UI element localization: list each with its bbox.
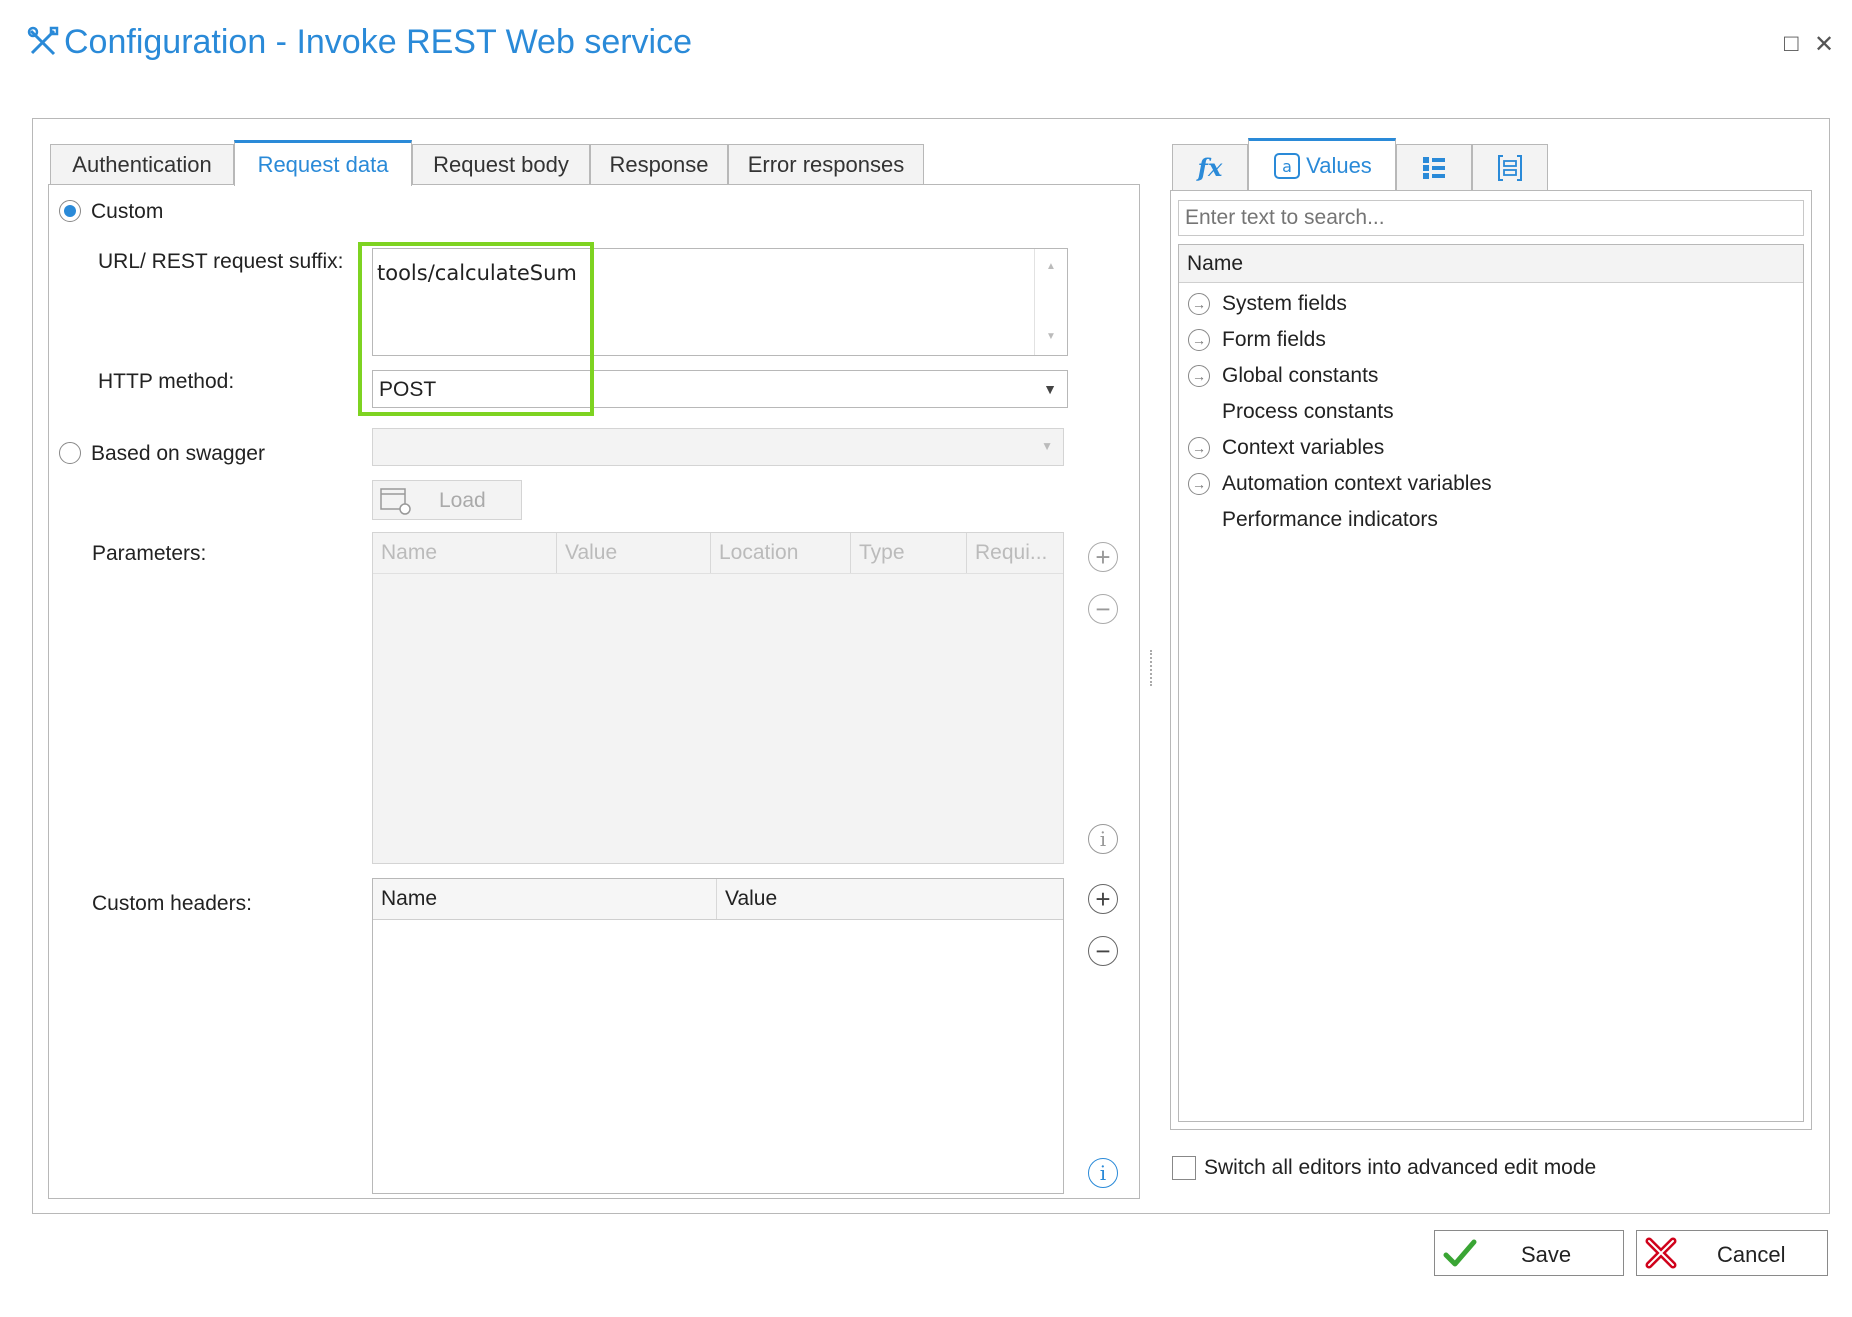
parameters-header: Name Value Location Type Requi... [373,533,1063,574]
tab-list[interactable] [1396,144,1472,190]
cancel-x-icon [1645,1237,1677,1269]
tab-label: Request data [257,151,389,177]
column-header: Value [725,887,778,910]
expand-arrow-icon[interactable]: → [1188,293,1210,315]
tree-item-system-fields[interactable]: → System fields [1188,286,1347,322]
expand-arrow-icon[interactable]: → [1188,473,1210,495]
tree-item-performance-indicators[interactable]: Performance indicators [1188,502,1438,538]
tree-item-label: Performance indicators [1222,508,1438,531]
plus-icon: + [1095,542,1111,572]
minus-icon: − [1095,936,1111,966]
window-title-bar: Configuration - Invoke REST Web service [26,22,692,62]
load-label: Load [439,489,486,512]
tree-item-automation-context-variables[interactable]: → Automation context variables [1188,466,1492,502]
load-button[interactable]: Load [372,480,522,520]
maximize-icon[interactable]: □ [1784,30,1799,58]
custom-headers-grid[interactable]: Name Value [372,878,1064,1194]
custom-radio[interactable] [59,200,81,222]
tree-item-label: System fields [1222,292,1347,315]
parameters-grid[interactable]: Name Value Location Type Requi... [372,532,1064,864]
tab-bracket-list[interactable] [1472,144,1548,190]
remove-parameter-button[interactable]: − [1088,594,1118,624]
url-value: tools/calculateSum [377,261,577,285]
save-label: Save [1521,1242,1572,1267]
tab-label: Authentication [72,151,212,177]
chevron-down-icon: ▼ [1043,381,1057,397]
custom-headers-header: Name Value [373,879,1063,920]
add-header-button[interactable]: + [1088,884,1118,914]
window-title: Configuration - Invoke REST Web service [64,22,693,61]
swagger-radio[interactable] [59,442,81,464]
tree-item-label: Automation context variables [1222,472,1492,495]
advanced-mode-label: Switch all editors into advanced edit mo… [1204,1156,1597,1179]
advanced-mode-checkbox[interactable] [1172,1156,1196,1180]
cancel-button[interactable]: Cancel [1636,1230,1828,1276]
expand-arrow-icon[interactable]: → [1188,365,1210,387]
tree-column-header: Name [1179,245,1803,283]
chevron-down-icon: ▼ [1041,439,1053,453]
column-header: Value [557,533,711,573]
info-icon[interactable]: i [1088,824,1118,854]
minus-icon: − [1095,594,1111,624]
tab-error-responses[interactable]: Error responses [728,144,924,184]
tab-request-data[interactable]: Request data [234,140,412,186]
svg-text:a: a [1282,157,1292,176]
splitter-handle[interactable] [1150,650,1154,686]
tools-icon [27,26,59,56]
tab-label: Error responses [747,151,905,177]
tree-item-label: Context variables [1222,436,1385,459]
checkmark-icon [1443,1239,1477,1267]
close-icon[interactable]: ✕ [1814,30,1834,59]
expand-arrow-icon[interactable]: → [1188,437,1210,459]
save-button[interactable]: Save [1434,1230,1624,1276]
tree-item-context-variables[interactable]: → Context variables [1188,430,1384,466]
values-label: Values [1306,152,1372,178]
plus-icon: + [1095,884,1111,914]
tree-item-global-constants[interactable]: → Global constants [1188,358,1378,394]
column-header: Location [711,533,851,573]
custom-label: Custom [91,200,164,223]
tree-item-label: Form fields [1222,328,1326,351]
list-icon [1423,156,1445,179]
add-parameter-button[interactable]: + [1088,542,1118,572]
bracket-list-icon [1498,154,1522,181]
scroll-down-icon: ▼ [1046,331,1056,342]
url-textarea[interactable]: tools/calculateSum ▲ ▼ [372,248,1068,356]
tree-item-label: Global constants [1222,364,1379,387]
column-header: Name [373,533,557,573]
column-header: Name [373,879,717,919]
http-method-value: POST [379,378,437,401]
tree-item-form-fields[interactable]: → Form fields [1188,322,1326,358]
tab-label: Request body [433,151,569,177]
parameters-label: Parameters: [92,542,207,565]
tab-authentication[interactable]: Authentication [50,144,234,184]
tab-label: Response [609,151,709,177]
remove-header-button[interactable]: − [1088,936,1118,966]
tab-fx[interactable]: fx [1172,144,1248,190]
url-label: URL/ REST request suffix: [98,250,344,273]
info-icon[interactable]: i [1088,1158,1118,1188]
column-header: Type [851,533,967,573]
custom-headers-label: Custom headers: [92,892,252,915]
column-header: Requi... [975,541,1048,564]
swagger-label: Based on swagger [91,442,265,465]
tab-request-body[interactable]: Request body [412,144,590,184]
refresh-window-icon [380,488,411,515]
http-method-select[interactable]: POST ▼ [372,370,1068,408]
cancel-label: Cancel [1717,1242,1786,1267]
tab-response[interactable]: Response [590,144,728,184]
tab-values[interactable]: a Values [1248,138,1396,190]
http-method-label: HTTP method: [98,370,235,393]
swagger-select[interactable]: ▼ [372,428,1064,466]
search-input[interactable] [1178,200,1804,236]
values-icon: a [1274,152,1301,179]
tree-item-label: Process constants [1222,400,1394,423]
fx-icon: fx [1197,153,1223,182]
scroll-up-icon: ▲ [1046,261,1056,272]
expand-arrow-icon[interactable]: → [1188,329,1210,351]
url-scrollbar[interactable]: ▲ ▼ [1034,249,1067,355]
tree-item-process-constants[interactable]: Process constants [1188,394,1394,430]
